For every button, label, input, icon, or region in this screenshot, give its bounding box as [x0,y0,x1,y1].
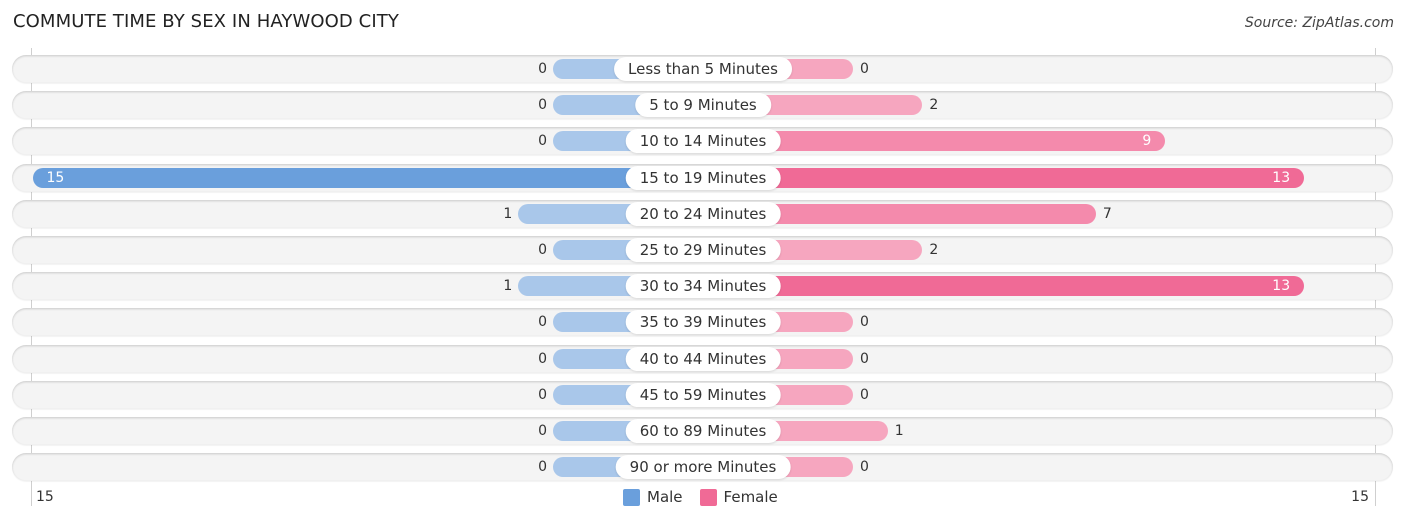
category-label: 35 to 39 Minutes [625,310,781,335]
category-label: 60 to 89 Minutes [625,419,781,443]
legend-swatch-female [699,488,717,506]
category-label: 20 to 24 Minutes [625,201,781,226]
value-label-female: 7 [1102,205,1112,222]
right-axis-tick: 15 [1351,489,1369,505]
category-label: 40 to 44 Minutes [625,346,781,371]
category-label: 25 to 29 Minutes [625,238,781,262]
value-label-female: 0 [860,459,869,476]
legend-item-female[interactable]: Female [699,488,778,506]
legend-swatch-male [623,488,640,506]
source-label: Source: ZipAtlas.com [1244,15,1394,31]
value-label-male: 0 [538,350,547,367]
value-label-male: 0 [538,423,547,439]
value-label-female: 0 [860,386,869,403]
value-label-male: 0 [538,242,547,258]
chart-title: COMMUTE TIME BY SEX IN HAYWOOD CITY [13,11,399,32]
value-label-female: 13 [1272,169,1291,186]
legend-item-male[interactable]: Male [623,488,683,506]
value-label-male: 0 [538,97,547,114]
category-label: Less than 5 Minutes [614,57,792,81]
category-label: 30 to 34 Minutes [625,274,781,299]
value-label-male: 0 [538,386,547,403]
legend-label-male: Male [647,488,683,506]
value-label-male: 15 [46,169,65,186]
value-label-female: 0 [860,61,869,77]
value-label-female: 1 [894,423,904,439]
value-label-female: 0 [860,350,869,367]
value-label-male: 1 [503,205,513,222]
left-axis-tick: 15 [36,489,54,505]
value-label-female: 2 [929,97,939,114]
value-label-male: 0 [538,314,547,331]
legend-label-female: Female [723,488,778,506]
bar-female[interactable] [703,276,1305,297]
bar-male[interactable] [32,167,703,188]
legend: Male Female [623,488,795,506]
value-label-female: 13 [1272,278,1291,295]
value-label-male: 0 [538,459,547,476]
category-label: 10 to 14 Minutes [625,129,781,154]
value-label-female: 9 [1142,133,1152,150]
value-label-female: 2 [929,242,939,258]
value-label-female: 0 [860,314,869,331]
value-label-male: 0 [538,133,547,150]
category-label: 45 to 59 Minutes [625,382,781,407]
category-label: 15 to 19 Minutes [625,165,781,190]
value-label-male: 0 [538,61,547,77]
value-label-male: 1 [503,278,513,295]
category-label: 90 or more Minutes [615,455,791,480]
bar-female[interactable] [703,167,1305,188]
category-label: 5 to 9 Minutes [635,93,771,118]
